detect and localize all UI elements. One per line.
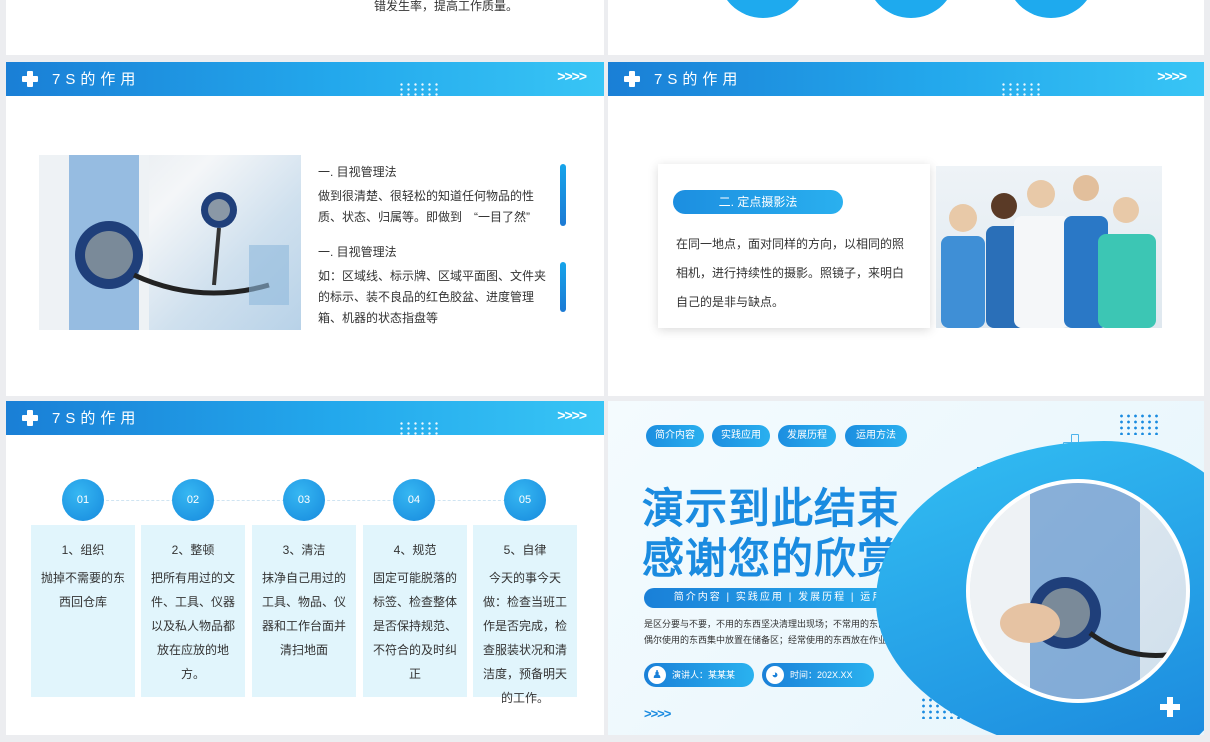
step-number: 04 bbox=[393, 479, 435, 521]
slide-title: 7S的作用 bbox=[52, 410, 141, 427]
step-number: 03 bbox=[283, 479, 325, 521]
accent-bar bbox=[560, 262, 566, 312]
step-number: 02 bbox=[172, 479, 214, 521]
tag-pill[interactable]: 发展历程 bbox=[778, 425, 836, 447]
top-left-slide-fragment: 错发生率，提高工作质量。 bbox=[6, 0, 604, 55]
arrows-icon: >>>> bbox=[1157, 68, 1187, 84]
time-pill: ◕ 时间：202X.XX bbox=[762, 663, 874, 687]
tag-pill[interactable]: 实践应用 bbox=[712, 425, 770, 447]
arrows-icon: >>>> bbox=[644, 706, 671, 721]
step-body: 固定可能脱落的标签、检查整体是否保持规范、不符合的及时纠正 bbox=[372, 571, 457, 681]
step-card: 2、整顿 把所有用过的文件、工具、仪器以及私人物品都放在应放的地方。 bbox=[141, 525, 245, 697]
section-pill: 二. 定点摄影法 bbox=[673, 190, 843, 214]
step-card: 4、规范 固定可能脱落的标签、检查整体是否保持规范、不符合的及时纠正 bbox=[363, 525, 467, 697]
plus-icon bbox=[22, 410, 38, 426]
user-icon: ♟ bbox=[648, 666, 666, 684]
tag-pill[interactable]: 简介内容 bbox=[646, 425, 704, 447]
person bbox=[941, 236, 985, 328]
circle-decoration bbox=[718, 0, 808, 18]
dots-decoration bbox=[1000, 82, 1040, 96]
slide-title: 7S的作用 bbox=[654, 71, 743, 88]
dots-decoration bbox=[398, 82, 438, 96]
tag-pill[interactable]: 运用方法 bbox=[845, 425, 907, 447]
presenter-pill: ♟ 演讲人：某某某 bbox=[644, 663, 754, 687]
stethoscope-circle-photo bbox=[966, 479, 1190, 703]
plus-icon bbox=[1160, 697, 1180, 717]
plus-icon bbox=[22, 71, 38, 87]
fragment-text: 错发生率，提高工作质量。 bbox=[374, 0, 519, 13]
step-title: 4、规范 bbox=[393, 543, 437, 557]
doctors-photo bbox=[936, 166, 1162, 328]
slide-7s-five-steps[interactable]: 7S的作用 >>>> 01 1、组织 抛掉不需要的东西回仓库 02 2、整顿 把… bbox=[6, 401, 604, 735]
stethoscope-photo bbox=[39, 155, 301, 330]
dots-decoration bbox=[398, 421, 438, 435]
title-line2: 感谢您的欣赏 bbox=[642, 535, 901, 582]
slide-thank-you[interactable]: 简介内容 实践应用 发展历程 运用方法 演示到此结束 感谢您的欣赏 简介内容 |… bbox=[608, 401, 1204, 735]
slide-title: 7S的作用 bbox=[52, 71, 141, 88]
plus-icon bbox=[624, 71, 640, 87]
step-title: 2、整顿 bbox=[171, 543, 215, 557]
item-body: 如：区域线、标示牌、区域平面图、文件夹的标示、装不良品的红色胶盆、进度管理箱、机… bbox=[318, 269, 547, 325]
slide-header: 7S的作用 >>>> bbox=[6, 401, 604, 435]
circle-decoration bbox=[1006, 0, 1096, 18]
slide-header: 7S的作用 >>>> bbox=[608, 62, 1204, 96]
step-number: 05 bbox=[504, 479, 546, 521]
clock-icon: ◕ bbox=[766, 666, 784, 684]
item-heading: 一. 目视管理法 bbox=[318, 245, 397, 259]
item-heading: 一. 目视管理法 bbox=[318, 165, 397, 179]
step-body: 今天的事今天做：检查当班工作是否完成，检查服装状况和清洁度，预备明天的工作。 bbox=[482, 571, 567, 705]
step-body: 抛掉不需要的东西回仓库 bbox=[40, 571, 125, 609]
step-body: 把所有用过的文件、工具、仪器以及私人物品都放在应放的地方。 bbox=[150, 571, 235, 681]
text-card: 二. 定点摄影法 在同一地点，面对同样的方向，以相同的照相机，进行持续性的摄影。… bbox=[658, 164, 930, 328]
circle-decoration bbox=[866, 0, 956, 18]
presenter-label: 演讲人：某某某 bbox=[672, 670, 736, 680]
slide-7s-visual-management[interactable]: 7S的作用 >>>> 一. 目视管理法 做到很清楚、很轻松的知道任何物品的性质、… bbox=[6, 62, 604, 396]
step-title: 5、自律 bbox=[503, 543, 547, 557]
step-card: 3、清洁 抹净自己用过的工具、物品、仪器和工作台面并清扫地面 bbox=[252, 525, 356, 697]
slide-7s-fixed-point-photography[interactable]: 7S的作用 >>>> 二. 定点摄影法 在同一地点，面对同样的方向，以相同的照相… bbox=[608, 62, 1204, 396]
slide-header: 7S的作用 >>>> bbox=[6, 62, 604, 96]
step-title: 3、清洁 bbox=[282, 543, 326, 557]
dots-decoration bbox=[1118, 413, 1158, 435]
arrows-icon: >>>> bbox=[557, 407, 587, 423]
step-card: 1、组织 抛掉不需要的东西回仓库 bbox=[31, 525, 135, 697]
step-title: 1、组织 bbox=[61, 543, 105, 557]
card-body: 在同一地点，面对同样的方向，以相同的照相机，进行持续性的摄影。照镜子，来明白自己… bbox=[676, 237, 905, 309]
arrows-icon: >>>> bbox=[557, 68, 587, 84]
step-card: 5、自律 今天的事今天做：检查当班工作是否完成，检查服装状况和清洁度，预备明天的… bbox=[473, 525, 577, 705]
time-label: 时间：202X.XX bbox=[790, 670, 853, 680]
step-body: 抹净自己用过的工具、物品、仪器和工作台面并清扫地面 bbox=[261, 571, 346, 657]
top-right-slide-fragment bbox=[608, 0, 1204, 55]
accent-bar bbox=[560, 164, 566, 226]
step-number: 01 bbox=[62, 479, 104, 521]
item-body: 做到很清楚、很轻松的知道任何物品的性质、状态、归属等。即做到 “一目了然” bbox=[318, 189, 535, 224]
